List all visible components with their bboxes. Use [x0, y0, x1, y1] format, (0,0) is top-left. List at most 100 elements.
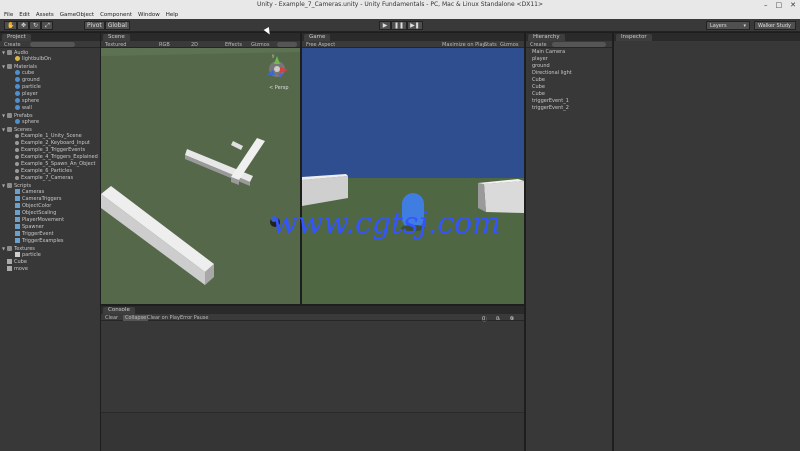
step-button[interactable]: ▶❚: [407, 21, 423, 30]
pivot-toggles: Pivot Global: [84, 21, 130, 30]
project-item[interactable]: Example_7_Cameras: [0, 175, 100, 182]
project-item[interactable]: particle: [0, 84, 100, 91]
move-tool-button[interactable]: ✥: [17, 21, 30, 30]
project-item[interactable]: Example_4_Triggers_Explained: [0, 154, 100, 161]
project-item[interactable]: Example_2_Keyboard_Input: [0, 140, 100, 147]
project-item[interactable]: Example_5_Spawn_An_Object: [0, 161, 100, 168]
tab-console[interactable]: Console: [103, 307, 135, 314]
console-clear-on-play-button[interactable]: Clear on Play: [147, 315, 180, 321]
scene-icon: [15, 176, 19, 180]
project-item[interactable]: CameraTriggers: [0, 196, 100, 203]
project-item[interactable]: player: [0, 91, 100, 98]
console-error-pause-button[interactable]: Error Pause: [180, 315, 208, 321]
tex-icon: [15, 252, 20, 257]
hierarchy-item[interactable]: player: [526, 56, 612, 63]
project-item[interactable]: particle: [0, 252, 100, 259]
hierarchy-item[interactable]: Main Camera: [526, 49, 612, 56]
minimize-icon[interactable]: –: [764, 1, 768, 9]
game-view[interactable]: [302, 48, 524, 304]
maximize-icon[interactable]: □: [776, 1, 783, 9]
project-item[interactable]: ▼ Audio: [0, 49, 100, 56]
project-item[interactable]: cube: [0, 70, 100, 77]
scene-icon: [15, 141, 19, 145]
project-item[interactable]: ObjectScaling: [0, 210, 100, 217]
script-icon: [15, 189, 20, 194]
project-item[interactable]: TriggerExamples: [0, 238, 100, 245]
scene-icon: [15, 134, 19, 138]
menu-help[interactable]: Help: [166, 12, 179, 18]
menu-edit[interactable]: Edit: [19, 12, 30, 18]
menu-window[interactable]: Window: [138, 12, 160, 18]
project-item[interactable]: ▼ Textures: [0, 245, 100, 252]
project-item-label: CameraTriggers: [22, 196, 62, 202]
window-title: Unity - Example_7_Cameras.unity - Unity …: [257, 1, 543, 8]
project-item[interactable]: TriggerEvent: [0, 231, 100, 238]
layers-dropdown[interactable]: Layers ▾: [706, 21, 750, 30]
hierarchy-search-input[interactable]: [552, 42, 606, 47]
tab-game[interactable]: Game: [304, 34, 331, 41]
project-item[interactable]: ObjectColor: [0, 203, 100, 210]
ball-icon: [15, 70, 20, 75]
global-button[interactable]: Global: [104, 21, 130, 30]
project-search-input[interactable]: [30, 42, 75, 47]
project-item[interactable]: ▼ Scripts: [0, 182, 100, 189]
inspector-panel: Inspector: [614, 33, 800, 451]
hierarchy-item[interactable]: Cube: [526, 77, 612, 84]
project-item[interactable]: PlayerMovement: [0, 217, 100, 224]
ball-icon: [15, 84, 20, 89]
hierarchy-item[interactable]: Cube: [526, 84, 612, 91]
project-item[interactable]: ground: [0, 77, 100, 84]
project-item[interactable]: move: [0, 266, 100, 273]
menu-file[interactable]: File: [4, 12, 13, 18]
project-item-label: wall: [22, 105, 32, 111]
project-item[interactable]: Cube: [0, 259, 100, 266]
project-item[interactable]: Example_1_Unity_Scene: [0, 133, 100, 140]
tab-scene[interactable]: Scene: [103, 34, 130, 41]
project-item[interactable]: ▼ Materials: [0, 63, 100, 70]
project-item[interactable]: sphere: [0, 119, 100, 126]
console-detail-area: [101, 412, 524, 451]
game-3d-view: [302, 48, 524, 304]
project-item[interactable]: lightbulbOn: [0, 56, 100, 63]
project-item-label: ground: [22, 77, 40, 83]
menu-gameobject[interactable]: GameObject: [60, 12, 94, 18]
rotate-tool-button[interactable]: ↻: [29, 21, 42, 30]
tab-hierarchy[interactable]: Hierarchy: [528, 34, 565, 41]
project-item[interactable]: Cameras: [0, 189, 100, 196]
game-panel-header: Game Free Aspect Maximize on Play Stats …: [302, 33, 524, 48]
hierarchy-item[interactable]: Directional light: [526, 70, 612, 77]
hierarchy-item[interactable]: ground: [526, 63, 612, 70]
hierarchy-item[interactable]: Cube: [526, 91, 612, 98]
project-item-label: sphere: [22, 119, 40, 125]
hierarchy-item[interactable]: triggerEvent_1: [526, 98, 612, 105]
menu-bar: File Edit Assets GameObject Component Wi…: [0, 10, 800, 19]
pivot-button[interactable]: Pivot: [84, 21, 105, 30]
layout-dropdown[interactable]: Walker Study: [754, 21, 796, 30]
project-panel: Project Create ▼ Audio lightbulbOn ▼ Materia…: [0, 33, 100, 451]
scene-search-input[interactable]: [277, 42, 297, 47]
project-item[interactable]: wall: [0, 105, 100, 112]
menu-component[interactable]: Component: [100, 12, 132, 18]
project-item[interactable]: sphere: [0, 98, 100, 105]
scale-tool-button[interactable]: ⤢: [41, 21, 54, 30]
hierarchy-item[interactable]: triggerEvent_2: [526, 105, 612, 112]
project-item[interactable]: ▼ Scenes: [0, 126, 100, 133]
folder-icon: [7, 50, 12, 55]
close-icon[interactable]: ✕: [790, 1, 796, 9]
tab-project[interactable]: Project: [2, 34, 31, 41]
folder-icon: [7, 183, 12, 188]
pause-button[interactable]: ❚❚: [391, 21, 408, 30]
console-collapse-button[interactable]: Collapse: [123, 315, 149, 321]
project-item[interactable]: Example_6_Particles: [0, 168, 100, 175]
project-item-label: particle: [22, 252, 41, 258]
console-clear-button[interactable]: Clear: [105, 315, 118, 321]
tab-inspector[interactable]: Inspector: [616, 34, 652, 41]
scene-view[interactable]: y < Persp: [101, 48, 300, 304]
project-item[interactable]: ▼ Prefabs: [0, 112, 100, 119]
project-item[interactable]: Spawner: [0, 224, 100, 231]
project-item[interactable]: Example_3_TriggerEvents: [0, 147, 100, 154]
hand-tool-button[interactable]: ✋: [4, 21, 18, 30]
persp-label[interactable]: < Persp: [269, 85, 289, 91]
menu-assets[interactable]: Assets: [36, 12, 54, 18]
play-button[interactable]: ▶: [379, 21, 391, 30]
